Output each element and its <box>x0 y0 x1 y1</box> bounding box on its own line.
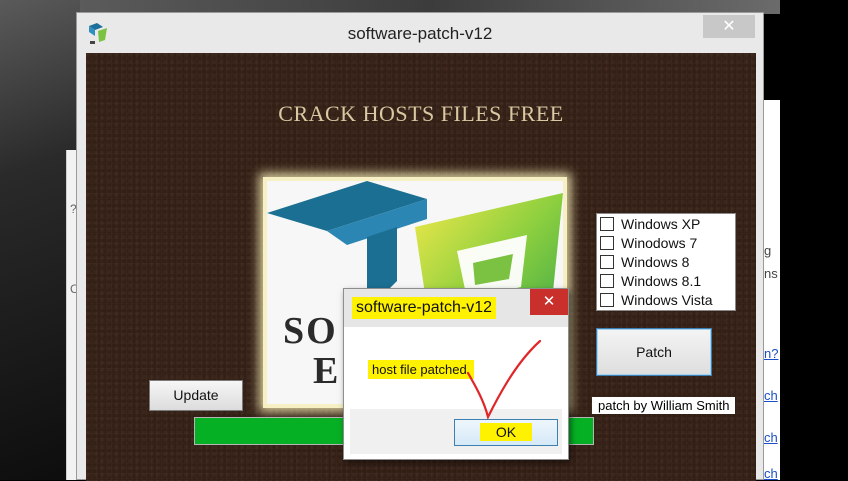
os-option-label: Windows 8.1 <box>621 273 702 289</box>
dialog-title: software-patch-v12 <box>352 297 497 319</box>
os-option-label: Windows Vista <box>621 292 713 308</box>
banner-heading: CRACK HOSTS FILES FREE <box>278 101 564 126</box>
background-link[interactable]: ch <box>764 388 778 403</box>
os-option-label: Winodows 7 <box>621 235 698 251</box>
ok-button[interactable]: OK <box>454 419 558 446</box>
close-icon: ✕ <box>542 293 556 310</box>
checkbox[interactable] <box>600 236 614 250</box>
checkbox[interactable] <box>600 217 614 231</box>
ok-button-label: OK <box>479 423 533 441</box>
window-title: software-patch-v12 <box>347 24 493 43</box>
background-window-right: g ns n? ch ch ch <box>762 100 780 480</box>
os-option-windows-8[interactable]: Windows 8 <box>597 253 735 272</box>
os-option-windows-7[interactable]: Winodows 7 <box>597 234 735 253</box>
checkbox[interactable] <box>600 274 614 288</box>
credit-label: patch by William Smith <box>592 397 736 414</box>
dialog-title-bar[interactable]: software-patch-v12 ✕ <box>344 289 568 327</box>
os-option-windows-vista[interactable]: Windows Vista <box>597 291 735 310</box>
logo-wordmark: SO <box>283 310 338 352</box>
background-link[interactable]: ch <box>764 430 778 445</box>
close-icon: ✕ <box>722 18 736 35</box>
window-close-button[interactable]: ✕ <box>703 15 755 38</box>
background-link[interactable]: n? <box>764 346 778 361</box>
patch-button[interactable]: Patch <box>596 328 712 376</box>
update-button[interactable]: Update <box>149 380 243 411</box>
background-fragment: ns <box>764 266 778 281</box>
dialog-message: host file patched. <box>368 360 475 379</box>
checkbox[interactable] <box>600 293 614 307</box>
desktop-background-right <box>780 0 848 480</box>
logo-wordmark-line2: E <box>313 350 339 392</box>
os-option-windows-8-1[interactable]: Windows 8.1 <box>597 272 735 291</box>
background-link[interactable]: ch <box>764 466 778 480</box>
checkbox[interactable] <box>600 255 614 269</box>
dialog-body: host file patched. <box>350 327 562 409</box>
background-fragment: g <box>764 243 772 258</box>
os-checkbox-list: Windows XP Winodows 7 Windows 8 Windows … <box>596 213 736 311</box>
os-option-label: Windows 8 <box>621 254 690 270</box>
os-option-label: Windows XP <box>621 216 701 232</box>
dialog-footer: OK <box>350 409 562 454</box>
os-option-windows-xp[interactable]: Windows XP <box>597 215 735 234</box>
dialog-close-button[interactable]: ✕ <box>530 289 568 315</box>
message-dialog: software-patch-v12 ✕ host file patched. … <box>343 288 569 460</box>
title-bar[interactable]: software-patch-v12 ✕ <box>77 13 763 51</box>
